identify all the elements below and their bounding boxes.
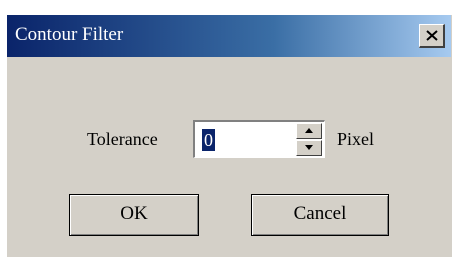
arrow-up-icon	[305, 128, 313, 133]
ok-button[interactable]: OK	[69, 194, 199, 236]
close-icon	[426, 30, 438, 41]
dialog-title: Contour Filter	[15, 24, 124, 45]
tolerance-label: Tolerance	[87, 129, 158, 149]
spin-down-button[interactable]	[296, 140, 322, 156]
close-button[interactable]	[419, 24, 445, 48]
cancel-button[interactable]: Cancel	[251, 194, 389, 236]
unit-label: Pixel	[337, 129, 375, 149]
title-bar: Contour Filter	[7, 15, 451, 57]
arrow-down-icon	[305, 145, 313, 150]
tolerance-input[interactable]: 0	[202, 129, 215, 151]
tolerance-spinbox[interactable]: 0	[193, 120, 325, 158]
contour-filter-dialog: Contour Filter Tolerance 0 Pixel OK Canc…	[6, 14, 452, 257]
spin-up-button[interactable]	[296, 123, 322, 139]
